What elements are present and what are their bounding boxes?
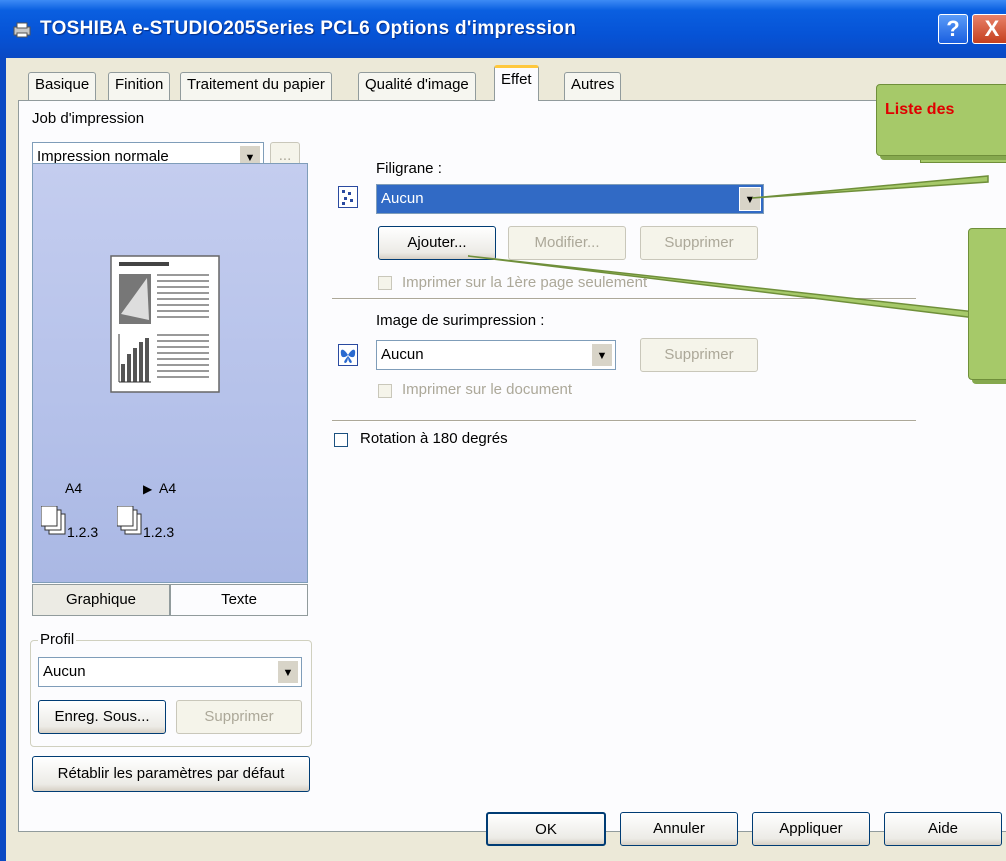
- help-title-button[interactable]: ?: [938, 14, 968, 44]
- rotate-180-checkbox[interactable]: [334, 433, 348, 447]
- ok-button[interactable]: OK: [486, 812, 606, 846]
- first-page-only-checkbox[interactable]: [378, 276, 392, 290]
- cancel-button[interactable]: Annuler: [620, 812, 738, 846]
- watermark-label: Filigrane :: [376, 160, 442, 177]
- pages-in-label: 1.2.3: [67, 524, 99, 540]
- printer-icon: [13, 22, 31, 38]
- tab-effet[interactable]: Effet: [494, 65, 539, 101]
- document-preview-icon: [110, 255, 220, 393]
- window-title: TOSHIBA e-STUDIO205Series PCL6 Options d…: [40, 18, 577, 39]
- tab-graphique[interactable]: Graphique: [32, 584, 170, 616]
- help-button[interactable]: Aide: [884, 812, 1002, 846]
- profile-delete-button[interactable]: Supprimer: [176, 700, 302, 734]
- page-stack-icon: [41, 506, 66, 535]
- paper-out-label: A4: [159, 480, 177, 496]
- tab-autres[interactable]: Autres: [564, 72, 622, 100]
- callout-watermark-list-text: Liste des: [885, 101, 955, 118]
- paper-in-label: A4: [65, 480, 83, 496]
- page-stack-icon: [117, 506, 142, 535]
- first-page-only-label: Imprimer sur la 1ère page seulement: [402, 274, 648, 291]
- close-button[interactable]: X: [972, 14, 1006, 44]
- reset-defaults-button[interactable]: Rétablir les paramètres par défaut: [32, 756, 310, 792]
- delete-watermark-button[interactable]: Supprimer: [640, 226, 758, 260]
- modify-watermark-button[interactable]: Modifier...: [508, 226, 626, 260]
- separator: [332, 420, 916, 422]
- tab-traitement-papier[interactable]: Traitement du papier: [180, 72, 332, 100]
- job-label: Job d'impression: [32, 110, 145, 127]
- profile-select[interactable]: Aucun ▼: [38, 657, 302, 687]
- delete-overlay-button[interactable]: Supprimer: [640, 338, 758, 372]
- add-watermark-button[interactable]: Ajouter...: [378, 226, 496, 260]
- callout-add-button: [968, 228, 1006, 380]
- apply-button[interactable]: Appliquer: [752, 812, 870, 846]
- chevron-down-icon[interactable]: ▼: [277, 660, 299, 684]
- watermark-select-value: Aucun: [381, 190, 424, 207]
- overlay-select-value: Aucun: [381, 346, 424, 363]
- print-preview: A4 ▶ A4 1.2.3 1.2.3: [32, 163, 308, 583]
- window-frame: [0, 58, 6, 861]
- overlay-select[interactable]: Aucun ▼: [376, 340, 616, 370]
- profile-select-value: Aucun: [43, 663, 86, 680]
- tab-texte[interactable]: Texte: [170, 584, 308, 616]
- tab-qualite-image[interactable]: Qualité d'image: [358, 72, 476, 100]
- arrow-right-icon: ▶: [143, 482, 153, 496]
- tab-finition[interactable]: Finition: [108, 72, 171, 100]
- print-on-document-checkbox[interactable]: [378, 384, 392, 398]
- tab-basique[interactable]: Basique: [28, 72, 97, 100]
- save-as-button[interactable]: Enreg. Sous...: [38, 700, 166, 734]
- rotate-180-label: Rotation à 180 degrés: [360, 430, 508, 447]
- profile-legend: Profil: [38, 631, 77, 648]
- watermark-icon: [338, 186, 358, 208]
- pages-out-label: 1.2.3: [143, 524, 175, 540]
- butterfly-icon: [338, 344, 358, 366]
- chevron-down-icon[interactable]: ▼: [591, 343, 613, 367]
- separator: [332, 298, 916, 300]
- chevron-down-icon[interactable]: ▼: [739, 187, 761, 211]
- watermark-select[interactable]: Aucun ▼: [376, 184, 764, 214]
- callout-watermark-list: Liste des: [876, 84, 1006, 156]
- overlay-label: Image de surimpression :: [376, 312, 545, 329]
- print-on-document-label: Imprimer sur le document: [402, 381, 573, 398]
